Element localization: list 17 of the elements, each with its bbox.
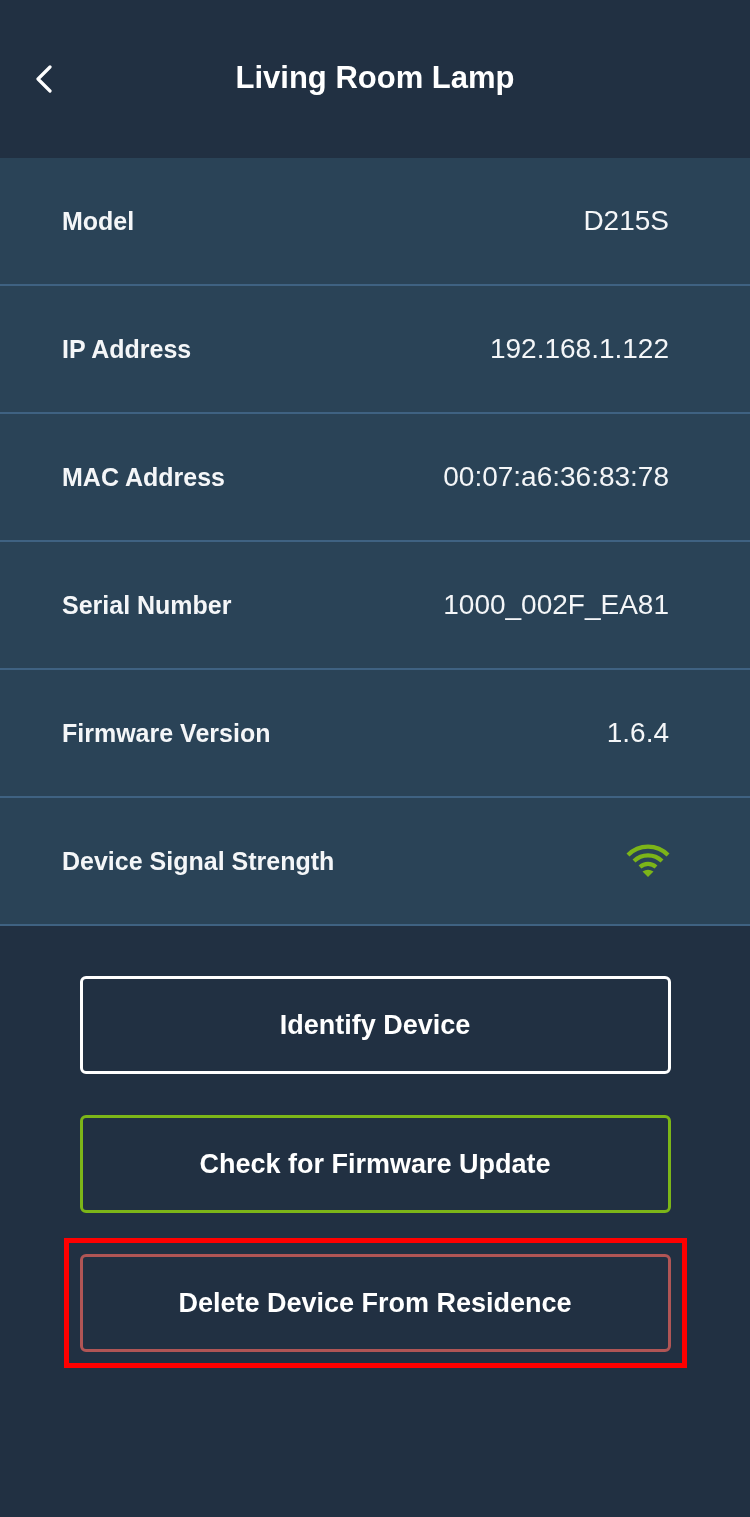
detail-value: D215S <box>583 205 669 237</box>
back-chevron-icon <box>35 65 53 93</box>
detail-label: Serial Number <box>62 590 232 620</box>
wifi-signal-icon <box>626 844 670 878</box>
detail-label: Firmware Version <box>62 718 271 748</box>
action-button[interactable]: Delete Device From Residence <box>79 1254 671 1352</box>
action-button[interactable]: Check for Firmware Update <box>79 1115 671 1213</box>
detail-value: 1.6.4 <box>606 717 669 749</box>
detail-label: MAC Address <box>62 462 225 492</box>
detail-label: Model <box>62 206 135 236</box>
detail-value: 00:07:a6:36:83:78 <box>443 461 669 493</box>
detail-value: 1000_002F_EA81 <box>443 589 669 621</box>
detail-value: 192.168.1.122 <box>489 333 669 365</box>
detail-label: Device Signal Strength <box>62 846 335 876</box>
detail-label: IP Address <box>62 334 192 364</box>
screen-title: Living Room Lamp <box>235 61 515 93</box>
action-button[interactable]: Identify Device <box>79 976 671 1074</box>
